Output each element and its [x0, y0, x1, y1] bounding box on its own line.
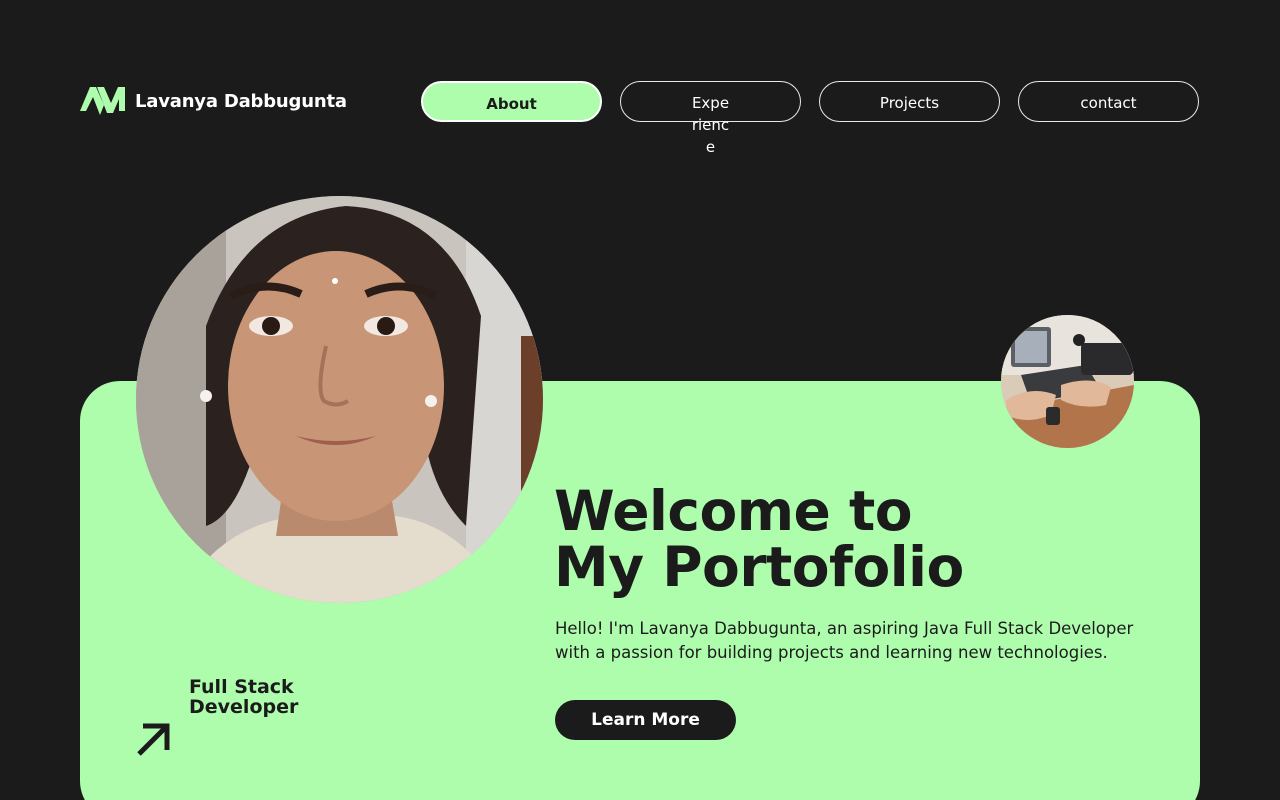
lm-monogram-icon — [80, 87, 125, 115]
role-label: Full Stack Developer — [189, 677, 298, 717]
portfolio-page: Lavanya Dabbugunta About Experience Proj… — [0, 0, 1280, 800]
hero-headline: Welcome to My Portofolio — [554, 483, 964, 595]
learn-more-button[interactable]: Learn More — [555, 700, 736, 740]
profile-photo — [136, 196, 543, 603]
headline-line-2: My Portofolio — [554, 535, 964, 599]
nav-about-button[interactable]: About — [421, 81, 602, 122]
intro-text: Hello! I'm Lavanya Dabbugunta, an aspiri… — [555, 619, 1134, 662]
brand[interactable]: Lavanya Dabbugunta — [80, 85, 347, 117]
nav-experience-button[interactable]: Experience — [620, 81, 801, 156]
headline-line-1: Welcome to — [554, 479, 913, 543]
laptop-typing-photo — [1001, 315, 1134, 448]
nav-contact-button[interactable]: contact — [1018, 81, 1199, 122]
arrow-up-right-icon — [137, 723, 170, 756]
role-line-2: Developer — [189, 696, 299, 718]
main-nav: About Experience Projects contact — [421, 81, 1199, 156]
role-line-1: Full Stack — [189, 676, 294, 698]
nav-projects-button[interactable]: Projects — [819, 81, 1000, 122]
brand-name: Lavanya Dabbugunta — [135, 90, 347, 112]
